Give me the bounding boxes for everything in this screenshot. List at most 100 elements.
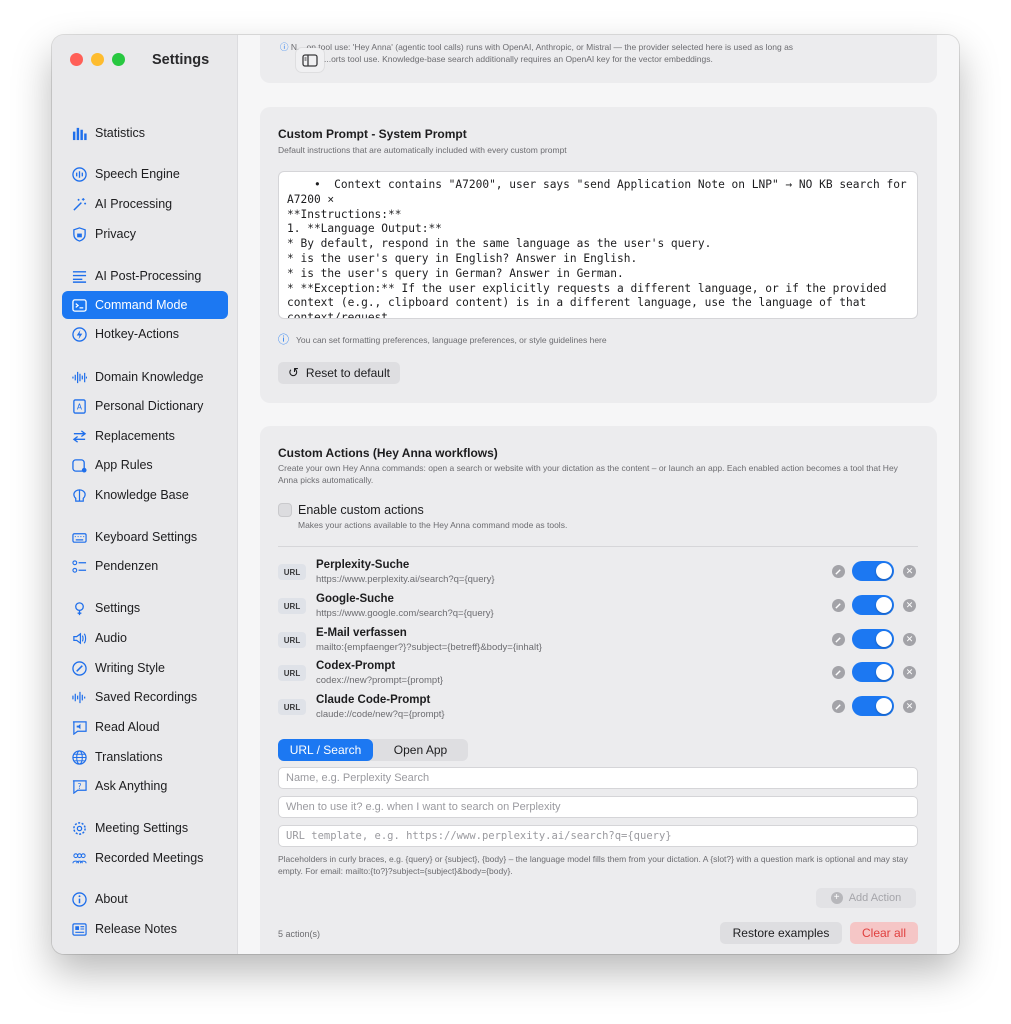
action-url-template-input[interactable]: URL template, e.g. https://www.perplexit…: [278, 825, 918, 847]
main-content: ⓘ N... on tool use: 'Hey Anna' (agentic …: [238, 35, 959, 954]
custom-action-row: URL Perplexity-Suche https://www.perplexit…: [278, 556, 918, 586]
settings-window: Settings Statistics Speech Engine AI Proce…: [52, 35, 959, 954]
delete-x-icon[interactable]: ✕: [903, 666, 916, 679]
custom-action-row: URL Google-Suche https://www.google.com/se…: [278, 590, 918, 620]
newspaper-icon: [70, 920, 88, 938]
sidebar-item-meeting-settings[interactable]: Meeting Settings: [62, 814, 228, 842]
sidebar-item-writing-style[interactable]: Writing Style: [62, 654, 228, 682]
divider: [278, 546, 918, 547]
custom-prompt-hint: ⓘ You can set formatting preferences, la…: [278, 333, 607, 348]
sidebar-item-ai-post-processing[interactable]: AI Post-Processing: [62, 262, 228, 290]
system-prompt-textarea[interactable]: • Context contains "A7200", user says "s…: [278, 171, 918, 319]
keyboard-icon: [70, 528, 88, 546]
sidebar-item-command-mode[interactable]: Command Mode: [62, 291, 228, 319]
action-enabled-toggle[interactable]: [852, 629, 894, 649]
sidebar-item-label: Audio: [95, 631, 127, 645]
sidebar-item-statistics[interactable]: Statistics: [62, 119, 228, 147]
tab-open-app[interactable]: Open App: [373, 739, 468, 761]
edit-pencil-icon[interactable]: [832, 565, 845, 578]
action-url: https://www.google.com/search?q={query}: [316, 608, 494, 619]
action-name: E-Mail verfassen: [316, 627, 407, 639]
tool-use-info-line2: ...orts tool use. Knowledge-base search …: [324, 54, 713, 65]
reset-to-default-button[interactable]: ↺ Reset to default: [278, 362, 400, 384]
sidebar-item-ai-processing[interactable]: AI Processing: [62, 190, 228, 218]
custom-prompt-title: Custom Prompt - System Prompt: [278, 127, 467, 141]
info-icon: ⓘ: [280, 42, 289, 52]
action-type-segmented-control: URL / Search Open App: [278, 739, 468, 761]
edit-pencil-icon[interactable]: [832, 633, 845, 646]
custom-prompt-subtitle: Default instructions that are automatica…: [278, 145, 567, 155]
reset-to-default-label: Reset to default: [305, 366, 390, 380]
action-url: codex://new?prompt={prompt}: [316, 675, 444, 686]
sidebar-item-privacy[interactable]: Privacy: [62, 220, 228, 248]
zoom-window-button[interactable]: [112, 53, 125, 66]
sidebar-item-personal-dictionary[interactable]: A Personal Dictionary: [62, 392, 228, 420]
sidebar-item-release-notes[interactable]: Release Notes: [62, 915, 228, 943]
custom-action-row: URL Claude Code-Prompt claude://code/new?q…: [278, 691, 918, 721]
sidebar-item-settings[interactable]: Settings: [62, 594, 228, 622]
custom-action-row: URL E-Mail verfassen mailto:{empfaenger?}?…: [278, 624, 918, 654]
sidebar-item-label: AI Processing: [95, 197, 173, 211]
hint-info-icon: ⓘ: [278, 334, 289, 346]
enable-custom-actions-checkbox[interactable]: [278, 503, 292, 517]
waveform-icon: [70, 368, 88, 386]
sidebar-item-translations[interactable]: Translations: [62, 743, 228, 771]
sidebar-item-saved-recordings[interactable]: Saved Recordings: [62, 683, 228, 711]
enable-custom-actions-row[interactable]: Enable custom actions: [278, 503, 424, 517]
edit-pencil-icon[interactable]: [832, 599, 845, 612]
swap-arrows-icon: [70, 427, 88, 445]
gear-small-icon: [70, 819, 88, 837]
edit-pencil-icon[interactable]: [832, 700, 845, 713]
sidebar-item-domain-knowledge[interactable]: Domain Knowledge: [62, 363, 228, 391]
sidebar-item-label: Knowledge Base: [95, 488, 189, 502]
sidebar-item-about[interactable]: About: [62, 885, 228, 913]
sidebar-toggle-button[interactable]: [296, 48, 324, 72]
bar-chart-icon: [70, 124, 88, 142]
svg-text:A: A: [76, 402, 82, 411]
waveform-circle-icon: [70, 165, 88, 183]
delete-x-icon[interactable]: ✕: [903, 633, 916, 646]
edit-pencil-icon[interactable]: [832, 666, 845, 679]
action-name: Google-Suche: [316, 593, 394, 605]
custom-actions-subtitle: Create your own Hey Anna commands: open …: [278, 463, 898, 485]
dictionary-icon: A: [70, 397, 88, 415]
action-enabled-toggle[interactable]: [852, 561, 894, 581]
sidebar-item-replacements[interactable]: Replacements: [62, 422, 228, 450]
sidebar-item-label: Statistics: [95, 126, 146, 140]
url-badge: URL: [278, 699, 306, 715]
pen-circle-icon: [70, 659, 88, 677]
action-enabled-toggle[interactable]: [852, 696, 894, 716]
action-when-input[interactable]: When to use it? e.g. when I want to sear…: [278, 796, 918, 818]
action-url: claude://code/new?q={prompt}: [316, 709, 445, 720]
action-name-input[interactable]: Name, e.g. Perplexity Search: [278, 767, 918, 789]
sidebar-item-hotkey-actions[interactable]: Hotkey-Actions: [62, 320, 228, 348]
tool-use-info-line1: N... on tool use: 'Hey Anna' (agentic to…: [290, 42, 794, 52]
tool-use-info: ⓘ N... on tool use: 'Hey Anna' (agentic …: [280, 41, 910, 66]
sidebar-item-read-aloud[interactable]: Read Aloud: [62, 713, 228, 741]
sidebar-item-audio[interactable]: Audio: [62, 624, 228, 652]
sidebar-item-label: Speech Engine: [95, 167, 180, 181]
add-action-button[interactable]: + Add Action: [816, 888, 916, 908]
sidebar-item-pendenzen[interactable]: Pendenzen: [62, 552, 228, 580]
close-window-button[interactable]: [70, 53, 83, 66]
action-enabled-toggle[interactable]: [852, 662, 894, 682]
action-enabled-toggle[interactable]: [852, 595, 894, 615]
sidebar-item-ask-anything[interactable]: ? Ask Anything: [62, 772, 228, 800]
delete-x-icon[interactable]: ✕: [903, 565, 916, 578]
delete-x-icon[interactable]: ✕: [903, 700, 916, 713]
clear-all-button[interactable]: Clear all: [850, 922, 918, 944]
delete-x-icon[interactable]: ✕: [903, 599, 916, 612]
tool-use-info-card: ⓘ N... on tool use: 'Hey Anna' (agentic …: [260, 35, 937, 83]
sidebar-item-speech-engine[interactable]: Speech Engine: [62, 160, 228, 188]
sidebar-item-keyboard-settings[interactable]: Keyboard Settings: [62, 523, 228, 551]
checklist-icon: [70, 557, 88, 575]
sidebar-item-recorded-meetings[interactable]: Recorded Meetings: [62, 844, 228, 872]
restore-examples-button[interactable]: Restore examples: [720, 922, 842, 944]
enable-custom-actions-desc: Makes your actions available to the Hey …: [298, 520, 568, 530]
sidebar-item-knowledge-base[interactable]: Knowledge Base: [62, 481, 228, 509]
sidebar-item-label: Hotkey-Actions: [95, 327, 180, 341]
question-bubble-icon: ?: [70, 777, 88, 795]
minimize-window-button[interactable]: [91, 53, 104, 66]
sidebar-item-app-rules[interactable]: App Rules: [62, 451, 228, 479]
tab-url-search[interactable]: URL / Search: [278, 739, 373, 761]
